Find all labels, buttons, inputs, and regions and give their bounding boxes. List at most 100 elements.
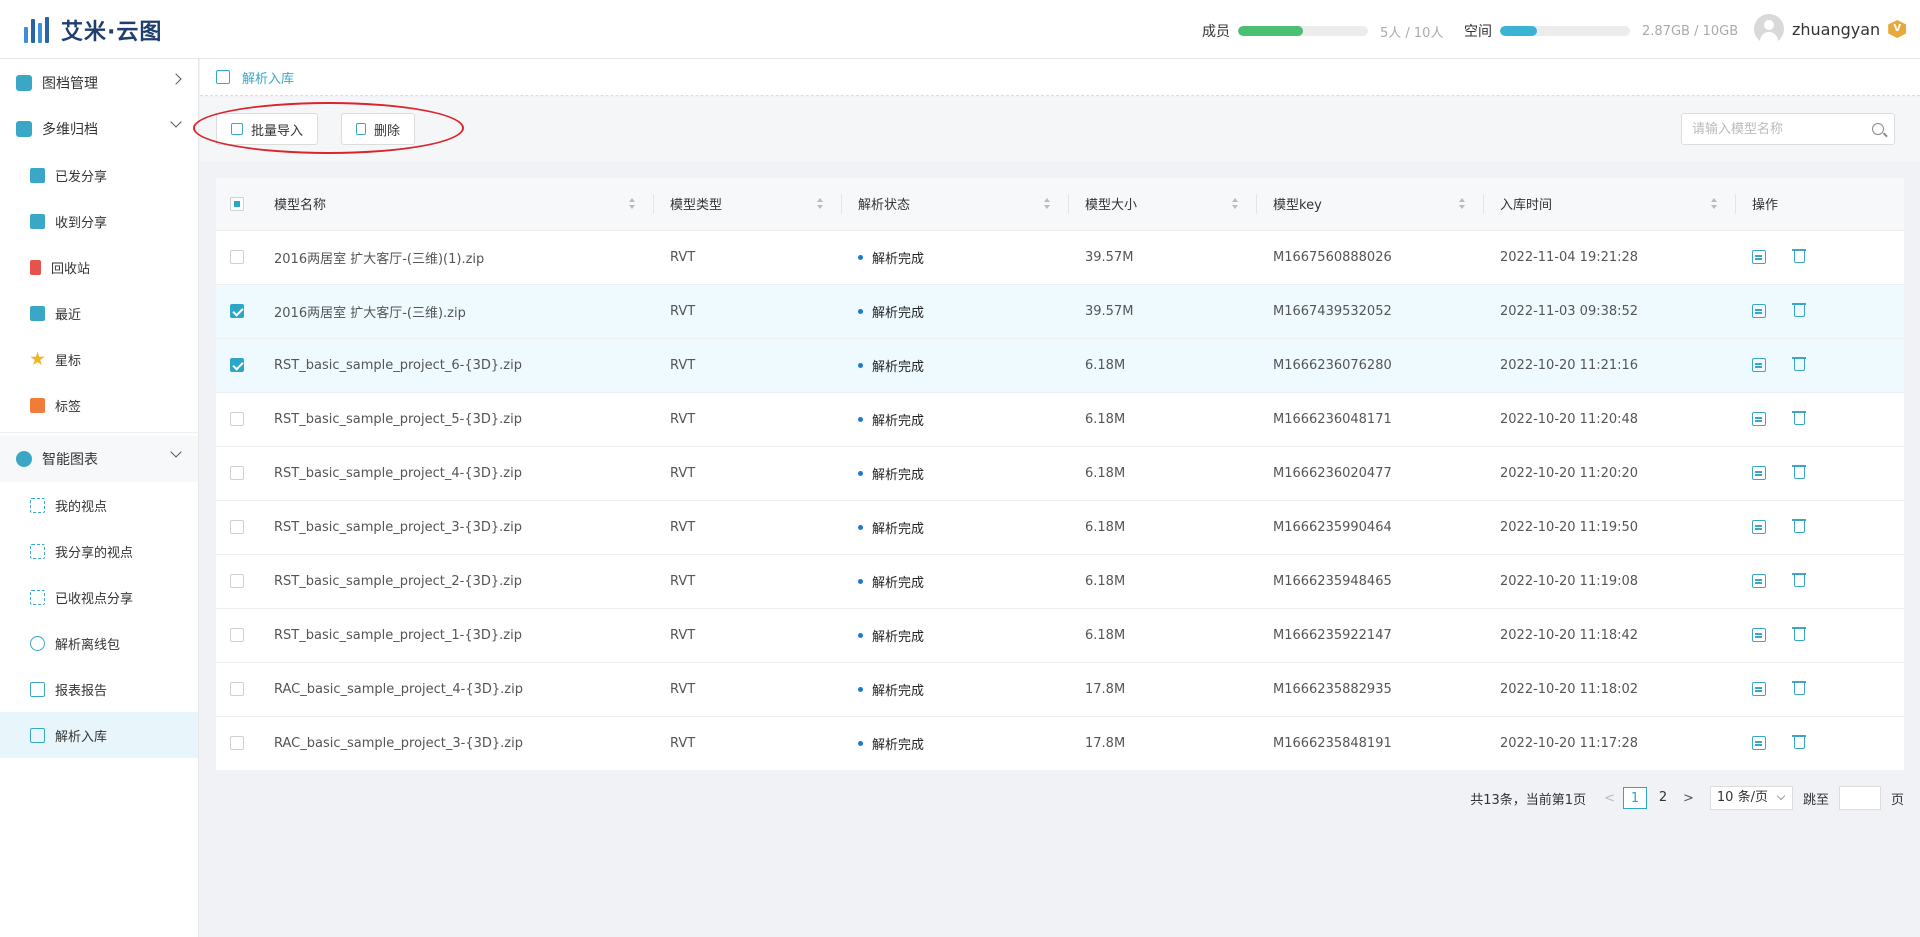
sidebar-item-shared-received[interactable]: 收到分享 [0,198,198,244]
table-row[interactable]: RST_basic_sample_project_1-{3D}.zip RVT 解析… [216,608,1904,662]
column-header-key[interactable]: 模型key [1257,178,1484,230]
sort-icon[interactable] [1711,198,1718,210]
row-checkbox[interactable] [230,358,244,372]
model-name-cell[interactable]: RAC_basic_sample_project_3-{3D}.zip [258,716,654,770]
row-checkbox[interactable] [230,412,244,426]
chevron-down-icon [170,116,182,128]
row-checkbox[interactable] [230,304,244,318]
sidebar-group-multi-archive[interactable]: 多维归档 [0,106,198,152]
model-name-cell[interactable]: 2016两居室 扩大客厅-(三维)(1).zip [258,230,654,284]
sidebar-group-archive-management[interactable]: 图档管理 [0,60,198,106]
column-header-name[interactable]: 模型名称 [258,178,654,230]
table-row[interactable]: 2016两居室 扩大客厅-(三维).zip RVT 解析完成 39.57M M16674… [216,284,1904,338]
sidebar-item-received-viewpoints[interactable]: 已收视点分享 [0,574,198,620]
sidebar-group-label: 多维归档 [42,122,98,138]
column-header-time[interactable]: 入库时间 [1484,178,1736,230]
row-checkbox[interactable] [230,574,244,588]
sidebar-item-offline-package[interactable]: 解析离线包 [0,620,198,666]
import-action-icon[interactable] [1752,628,1766,642]
model-name-cell[interactable]: RST_basic_sample_project_4-{3D}.zip [258,446,654,500]
sort-icon[interactable] [1044,198,1051,210]
page-size-select[interactable]: 10 条/页 [1709,786,1793,810]
username[interactable]: zhuangyan [1792,20,1880,39]
model-size-cell: 6.18M [1085,573,1126,589]
import-action-icon[interactable] [1752,412,1766,426]
model-name-cell[interactable]: RST_basic_sample_project_1-{3D}.zip [258,608,654,662]
page-1[interactable]: 1 [1623,787,1647,809]
sidebar-item-my-viewpoints[interactable]: 我的视点 [0,482,198,528]
table-row[interactable]: RAC_basic_sample_project_4-{3D}.zip RVT 解析… [216,662,1904,716]
search-icon[interactable] [1872,123,1884,135]
actions-cell [1736,662,1904,716]
delete-action-icon[interactable] [1792,411,1806,425]
sidebar-item-recent[interactable]: 最近 [0,290,198,336]
delete-button[interactable]: 删除 [341,113,416,145]
sidebar-item-recycle-bin[interactable]: 回收站 [0,244,198,290]
column-header-size[interactable]: 模型大小 [1069,178,1257,230]
delete-action-icon[interactable] [1792,681,1806,695]
page-2[interactable]: 2 [1651,787,1675,809]
table-row[interactable]: RAC_basic_sample_project_3-{3D}.zip RVT 解析… [216,716,1904,770]
select-all-checkbox[interactable] [230,196,244,211]
delete-action-icon[interactable] [1792,303,1806,317]
sort-icon[interactable] [629,198,636,210]
table-row[interactable]: RST_basic_sample_project_6-{3D}.zip RVT 解析… [216,338,1904,392]
import-action-icon[interactable] [1752,304,1766,318]
model-name-cell[interactable]: RST_basic_sample_project_5-{3D}.zip [258,392,654,446]
model-name-cell[interactable]: 2016两居室 扩大客厅-(三维).zip [258,284,654,338]
members-value: 5人 / 10人 [1380,25,1444,41]
delete-action-icon[interactable] [1792,249,1806,263]
import-action-icon[interactable] [1752,250,1766,264]
sidebar-group-label: 智能图表 [42,452,98,468]
sidebar-group-smart-chart[interactable]: 智能图表 [0,436,198,482]
row-checkbox[interactable] [230,628,244,642]
batch-import-button[interactable]: 批量导入 [216,113,319,145]
sidebar-item-tags[interactable]: 标签 [0,382,198,428]
table-row[interactable]: RST_basic_sample_project_2-{3D}.zip RVT 解析… [216,554,1904,608]
app-logo[interactable]: 艾米·云图 [24,14,162,46]
import-action-icon[interactable] [1752,574,1766,588]
table-row[interactable]: 2016两居室 扩大客厅-(三维)(1).zip RVT 解析完成 39.57M M16… [216,230,1904,284]
model-name-cell[interactable]: RAC_basic_sample_project_4-{3D}.zip [258,662,654,716]
delete-action-icon[interactable] [1792,573,1806,587]
row-checkbox[interactable] [230,520,244,534]
sort-icon[interactable] [1232,198,1239,210]
sort-icon[interactable] [1459,198,1466,210]
column-header-status[interactable]: 解析状态 [842,178,1069,230]
column-header-type[interactable]: 模型类型 [654,178,842,230]
user-menu[interactable]: zhuangyan V [1754,14,1907,44]
sort-icon[interactable] [817,198,824,210]
sidebar-item-shared-sent[interactable]: 已发分享 [0,152,198,198]
sidebar-item-shared-viewpoints[interactable]: 我分享的视点 [0,528,198,574]
table-row[interactable]: RST_basic_sample_project_4-{3D}.zip RVT 解析… [216,446,1904,500]
import-action-icon[interactable] [1752,466,1766,480]
import-action-icon[interactable] [1752,520,1766,534]
sidebar-item-reports[interactable]: 报表报告 [0,666,198,712]
import-action-icon[interactable] [1752,682,1766,696]
avatar[interactable] [1754,14,1784,44]
jump-label: 跳至 [1802,792,1829,808]
jump-page-input[interactable] [1838,786,1881,810]
row-checkbox[interactable] [230,466,244,480]
delete-action-icon[interactable] [1792,519,1806,533]
delete-action-icon[interactable] [1792,627,1806,641]
delete-action-icon[interactable] [1792,465,1806,479]
import-action-icon[interactable] [1752,358,1766,372]
import-action-icon[interactable] [1752,736,1766,751]
row-checkbox[interactable] [230,250,244,264]
delete-action-icon[interactable] [1792,735,1806,750]
delete-action-icon[interactable] [1792,357,1806,371]
table-row[interactable]: RST_basic_sample_project_3-{3D}.zip RVT 解析… [216,500,1904,554]
next-page-icon[interactable]: > [1683,791,1694,806]
search-input[interactable] [1682,114,1862,144]
prev-page-icon[interactable]: < [1604,791,1615,806]
row-checkbox[interactable] [230,736,244,751]
sidebar-item-starred[interactable]: 星标 [0,336,198,382]
sidebar-item-parse-import[interactable]: 解析入库 [0,712,198,758]
breadcrumb-current[interactable]: 解析入库 [242,68,294,87]
row-checkbox[interactable] [230,682,244,696]
model-name-cell[interactable]: RST_basic_sample_project_3-{3D}.zip [258,500,654,554]
model-name-cell[interactable]: RST_basic_sample_project_6-{3D}.zip [258,338,654,392]
table-row[interactable]: RST_basic_sample_project_5-{3D}.zip RVT 解析… [216,392,1904,446]
model-name-cell[interactable]: RST_basic_sample_project_2-{3D}.zip [258,554,654,608]
